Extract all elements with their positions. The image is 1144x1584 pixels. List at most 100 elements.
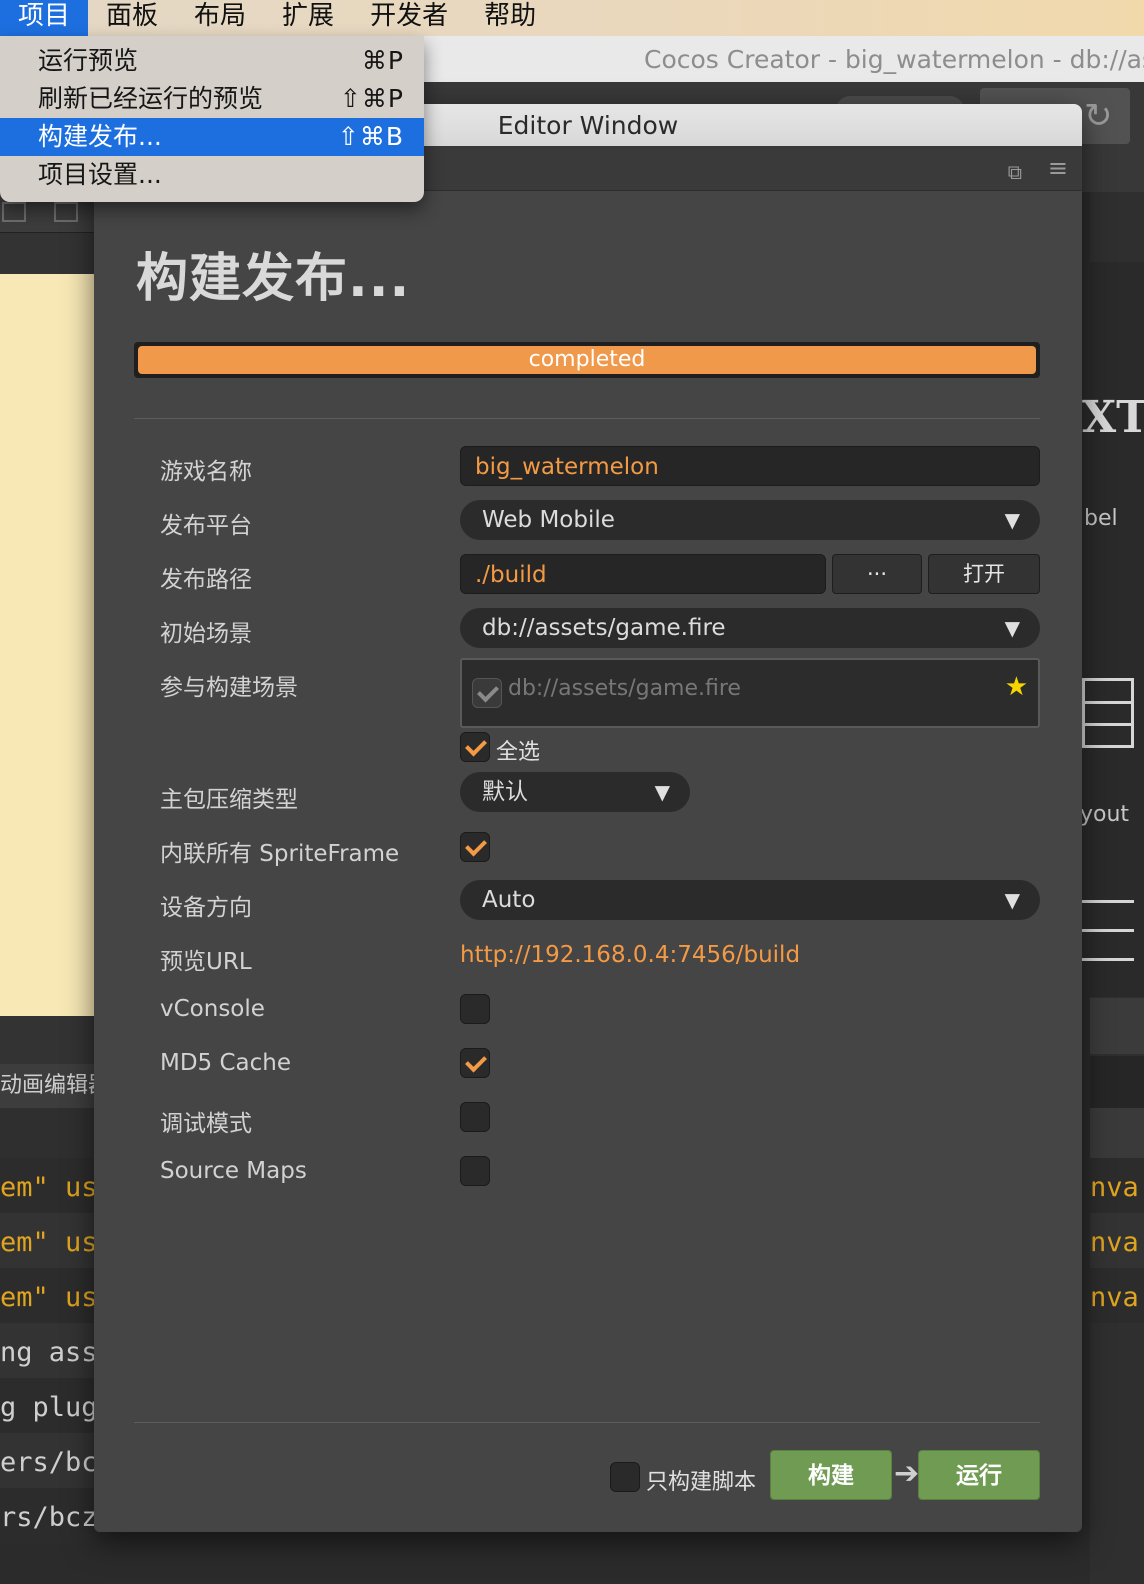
list-icon[interactable]	[1082, 900, 1134, 987]
console-line: em" us	[0, 1213, 96, 1268]
preview-url-link[interactable]: http://192.168.0.4:7456/build	[460, 942, 800, 968]
build-path-input[interactable]: ./build	[460, 554, 826, 594]
menu-extension[interactable]: 扩展	[264, 0, 352, 36]
menu-icon[interactable]: ≡	[1048, 154, 1068, 182]
scene-list-item: db://assets/game.fire	[508, 676, 741, 701]
menu-developer[interactable]: 开发者	[352, 0, 466, 36]
select-all-checkbox[interactable]	[460, 732, 490, 762]
menu-panel[interactable]: 面板	[88, 0, 176, 36]
menu-project[interactable]: 项目	[0, 0, 89, 36]
console-line: nva	[1090, 1213, 1144, 1268]
dropdown-arrow-icon: ▼	[1004, 888, 1020, 912]
scripts-only-checkbox[interactable]	[610, 1462, 640, 1492]
text-widget-label: XT	[1082, 392, 1144, 443]
scene-list: db://assets/game.fire ★	[460, 658, 1040, 728]
dropdown-arrow-icon: ▼	[1004, 508, 1020, 532]
platform-select[interactable]: Web Mobile ▼	[460, 500, 1040, 540]
open-folder-button[interactable]: 打开	[928, 554, 1040, 594]
menu-item-run-preview[interactable]: 运行预览 ⌘P	[0, 42, 424, 80]
md5-cache-checkbox[interactable]	[460, 1048, 490, 1078]
scene-tab-strip	[0, 232, 100, 275]
menu-item-shortcut: ⇧⌘P	[339, 84, 404, 113]
star-icon: ★	[1004, 672, 1028, 702]
inline-spriteframe-checkbox[interactable]	[460, 832, 490, 862]
console-line: g plug	[0, 1378, 96, 1433]
divider	[134, 418, 1040, 419]
console-line: nva	[1090, 1268, 1144, 1323]
orientation-value: Auto	[482, 887, 536, 913]
grid-icon[interactable]	[1082, 678, 1134, 748]
build-progress-bar: completed	[134, 342, 1040, 378]
start-scene-value: db://assets/game.fire	[482, 615, 726, 641]
divider	[134, 1422, 1040, 1423]
scene-canvas[interactable]	[0, 274, 96, 1016]
game-name-label: 游戏名称	[160, 459, 252, 485]
layout-icon[interactable]	[54, 202, 78, 222]
menu-item-shortcut: ⇧⌘B	[337, 122, 404, 151]
build-button[interactable]: 构建	[770, 1450, 892, 1500]
menu-item-label: 构建发布...	[38, 122, 162, 151]
dropdown-arrow-icon: ▼	[654, 780, 670, 804]
popout-icon[interactable]: ⧉	[1008, 160, 1022, 184]
build-window: Editor Window ⧉ ≡ 构建发布... completed 游戏名称…	[94, 104, 1082, 1532]
menu-item-shortcut: ⌘P	[361, 46, 404, 75]
preview-url-label: 预览URL	[160, 949, 252, 975]
build-path-label: 发布路径	[160, 567, 252, 593]
console-line: ers/bc	[0, 1433, 96, 1488]
menu-item-build[interactable]: 构建发布... ⇧⌘B	[0, 118, 424, 156]
debug-mode-checkbox[interactable]	[460, 1102, 490, 1132]
console-line: em" us	[0, 1158, 96, 1213]
platform-label: 发布平台	[160, 513, 252, 539]
inspector-panel: XT bel yout	[1080, 192, 1144, 1584]
compression-select[interactable]: 默认 ▼	[460, 772, 690, 812]
console-output-right: nva nva nva	[1090, 1158, 1144, 1328]
browse-button[interactable]: ···	[832, 554, 922, 594]
debug-mode-label: 调试模式	[160, 1111, 252, 1137]
panel-strip	[1090, 1056, 1144, 1108]
progress-fill: completed	[138, 346, 1036, 374]
menu-layout[interactable]: 布局	[176, 0, 264, 36]
app-titlebar: Cocos Creator - big_watermelon - db://as	[420, 36, 1144, 82]
start-scene-select[interactable]: db://assets/game.fire ▼	[460, 608, 1040, 648]
label-widget-label: bel	[1084, 506, 1118, 531]
page-title: 构建发布...	[136, 249, 411, 309]
orientation-label: 设备方向	[160, 895, 252, 921]
console-line: em" us	[0, 1268, 96, 1323]
menu-item-label: 项目设置...	[38, 160, 162, 189]
arrow-right-icon: ➔	[894, 1456, 920, 1491]
game-name-input[interactable]: big_watermelon	[460, 446, 1040, 486]
panel-strip	[1090, 998, 1144, 1054]
menu-item-label: 刷新已经运行的预览	[38, 84, 264, 113]
orientation-select[interactable]: Auto ▼	[460, 880, 1040, 920]
refresh-icon: ↻	[1084, 96, 1113, 136]
menu-bar: 项目 面板 布局 扩展 开发者 帮助	[0, 0, 1144, 36]
panel-strip	[0, 1016, 100, 1064]
scripts-only-label: 只构建脚本	[646, 1470, 757, 1495]
md5-cache-label: MD5 Cache	[160, 1050, 292, 1076]
vconsole-checkbox[interactable]	[460, 994, 490, 1024]
console-line: nva	[1090, 1158, 1144, 1213]
menu-help[interactable]: 帮助	[466, 0, 554, 36]
console-output: em" us em" us em" us ng ass g plug ers/b…	[0, 1158, 96, 1584]
menu-item-refresh-preview[interactable]: 刷新已经运行的预览 ⇧⌘P	[0, 80, 424, 118]
compression-label: 主包压缩类型	[160, 787, 298, 813]
vconsole-label: vConsole	[160, 996, 265, 1022]
menu-item-project-settings[interactable]: 项目设置...	[0, 156, 424, 194]
layout-icon[interactable]	[2, 202, 26, 222]
animation-editor-tab[interactable]: 动画编辑器	[0, 1064, 100, 1108]
console-line: rs/bcz	[0, 1488, 96, 1543]
select-all-label: 全选	[496, 740, 541, 765]
inline-spriteframe-label: 内联所有 SpriteFrame	[160, 841, 400, 867]
console-toolbar	[0, 1108, 100, 1158]
dropdown-arrow-icon: ▼	[1004, 616, 1020, 640]
inspector-body	[1090, 262, 1144, 997]
layout-widget-label: yout	[1080, 802, 1130, 827]
source-maps-label: Source Maps	[160, 1158, 307, 1184]
compression-value: 默认	[482, 779, 528, 805]
run-button[interactable]: 运行	[918, 1450, 1040, 1500]
panel-strip	[1090, 1108, 1144, 1158]
platform-value: Web Mobile	[482, 507, 615, 533]
scene-checkbox	[472, 678, 502, 708]
start-scene-label: 初始场景	[160, 621, 252, 647]
source-maps-checkbox[interactable]	[460, 1156, 490, 1186]
